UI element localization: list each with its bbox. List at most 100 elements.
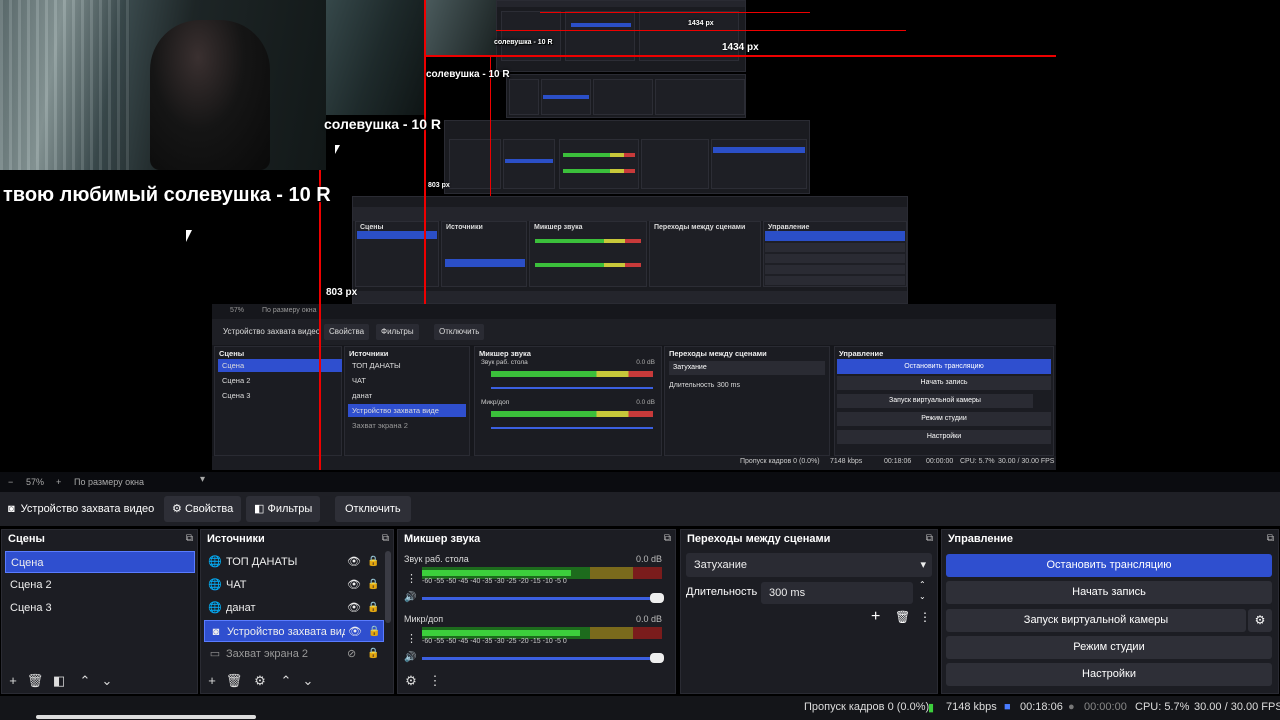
lock-icon[interactable]: 🔒 bbox=[367, 597, 379, 619]
source-toolbar: ◙ Устройство захвата видео ⚙ Свойства ◧ Ф… bbox=[0, 492, 1280, 526]
duration-input[interactable]: 300 ms bbox=[761, 582, 913, 604]
duration-label: Длительность bbox=[686, 586, 758, 598]
virtual-camera-button[interactable]: Запуск виртуальной камеры bbox=[946, 609, 1246, 632]
globe-icon: 🌐 bbox=[208, 602, 222, 614]
more-menu-icon[interactable]: ⋮ bbox=[919, 610, 931, 624]
move-up-icon[interactable]: ⌃ bbox=[76, 673, 94, 689]
guide-line-vertical bbox=[319, 170, 321, 470]
nested-filters-button: Фильтры bbox=[376, 324, 419, 340]
sources-scrollbar[interactable] bbox=[385, 551, 391, 623]
move-up-icon[interactable]: ⌃ bbox=[277, 673, 295, 689]
chevron-down-icon: ▾ bbox=[920, 559, 926, 571]
channel-menu-icon[interactable]: ⋮ bbox=[406, 572, 417, 585]
move-down-icon[interactable]: ⌄ bbox=[98, 673, 116, 689]
controls-dock: Управление ⧉ Остановить трансляцию Начат… bbox=[941, 529, 1279, 694]
zoom-out-button[interactable]: − bbox=[8, 477, 13, 487]
spin-up-icon[interactable]: ⌃ bbox=[919, 580, 926, 589]
settings-button[interactable]: Настройки bbox=[946, 663, 1272, 686]
scene-item[interactable]: Сцена 2 bbox=[5, 574, 195, 596]
measure-label-1434: 1434 px bbox=[722, 42, 759, 53]
lock-icon[interactable]: 🔒 bbox=[367, 574, 379, 596]
properties-button[interactable]: ⚙ Свойства bbox=[164, 496, 242, 522]
move-down-icon[interactable]: ⌄ bbox=[299, 673, 317, 689]
channel-db: 0.0 dB bbox=[635, 614, 662, 624]
channel-menu-icon[interactable]: ⋮ bbox=[406, 632, 417, 645]
filter-icon[interactable]: ◧ bbox=[50, 673, 68, 689]
source-item[interactable]: 🌐 ТОП ДАНАТЫ 👁 🔒 bbox=[204, 551, 384, 573]
dropped-frames: Пропуск кадров 0 (0.0%) bbox=[804, 701, 930, 713]
nested-source-toolbar: Устройство захвата видео Свойства Фильтр… bbox=[212, 319, 1056, 345]
add-icon[interactable]: + bbox=[203, 673, 221, 688]
volume-slider[interactable] bbox=[422, 653, 664, 663]
eye-icon[interactable]: 👁 bbox=[347, 574, 361, 596]
scene-item[interactable]: Сцена bbox=[5, 551, 195, 573]
mixer-channel: Звук раб. стола 0.0 dB ⋮ -60 -55 -50 -45… bbox=[402, 554, 664, 606]
dock-float-icon[interactable]: ⧉ bbox=[926, 533, 933, 544]
eye-icon[interactable]: 👁 bbox=[347, 551, 361, 573]
mouse-cursor-icon-nested bbox=[335, 145, 340, 154]
bitrate: 7148 kbps bbox=[946, 701, 997, 713]
source-item-selected[interactable]: ◙ Устройство захвата виде 👁 🔒 bbox=[204, 620, 384, 642]
speaker-icon[interactable]: 🔊 bbox=[404, 652, 416, 663]
nested-disable-button: Отключить bbox=[434, 324, 485, 340]
fit-dropdown-icon[interactable]: ▾ bbox=[200, 474, 205, 485]
channel-name: Звук раб. стола bbox=[404, 554, 469, 564]
lock-icon[interactable]: 🔒 bbox=[367, 643, 379, 665]
dock-float-icon[interactable]: ⧉ bbox=[664, 533, 671, 544]
source-item[interactable]: 🌐 данат 👁 🔒 bbox=[204, 597, 384, 619]
transition-select[interactable]: Затухание ▾ bbox=[686, 553, 932, 577]
measure-label-803-small: 803 px bbox=[428, 182, 450, 189]
source-item-hidden[interactable]: ▭ Захват экрана 2 ⊘ 🔒 bbox=[204, 643, 384, 665]
mouse-cursor-icon bbox=[186, 230, 192, 242]
meter-scale: -60 -55 -50 -45 -40 -35 -30 -25 -20 -15 … bbox=[422, 578, 567, 585]
horizontal-scrollbar[interactable] bbox=[36, 715, 256, 719]
source-item[interactable]: 🌐 ЧАТ 👁 🔒 bbox=[204, 574, 384, 596]
disable-button[interactable]: Отключить bbox=[335, 496, 411, 522]
add-icon[interactable]: + bbox=[4, 673, 22, 688]
fps: 30.00 / 30.00 FPS bbox=[1194, 701, 1280, 713]
volume-slider-knob[interactable] bbox=[650, 653, 664, 663]
nested-sources-dock: Источники ТОП ДАНАТЫ ЧАТ данат Устройств… bbox=[344, 346, 470, 456]
mixer-channel: Микр/доп 0.0 dB ⋮ -60 -55 -50 -45 -40 -3… bbox=[402, 614, 664, 666]
lock-icon[interactable]: 🔒 bbox=[368, 621, 380, 643]
signal-icon: ▮ bbox=[928, 702, 935, 714]
camera-icon: ◙ bbox=[8, 503, 15, 515]
start-record-button[interactable]: Начать запись bbox=[946, 581, 1272, 604]
trash-icon[interactable]: 🗑 bbox=[225, 673, 243, 689]
nested-status-bar: Пропуск кадров 0 (0.0%) 7148 kbps 00:18:… bbox=[212, 456, 1056, 470]
nested-obs-window-main: 57% По размеру окна Устройство захвата в… bbox=[212, 304, 1056, 470]
source-name-label: ◙ Устройство захвата видео bbox=[8, 503, 155, 515]
spin-down-icon[interactable]: ⌄ bbox=[919, 592, 926, 601]
nested-webcam-feed bbox=[326, 0, 426, 115]
nested-mixer-dock: Микшер звука Звук раб. стола 0.0 dB Микр… bbox=[474, 346, 662, 456]
eye-hidden-icon[interactable]: ⊘ bbox=[347, 643, 356, 665]
stream-icon: ■ bbox=[1004, 701, 1011, 713]
eye-icon[interactable]: 👁 bbox=[348, 621, 362, 643]
channel-db: 0.0 dB bbox=[635, 554, 662, 564]
dock-float-icon[interactable]: ⧉ bbox=[1267, 533, 1274, 544]
gear-icon[interactable]: ⚙ bbox=[1248, 609, 1272, 632]
studio-mode-button[interactable]: Режим студии bbox=[946, 636, 1272, 659]
speaker-icon[interactable]: 🔊 bbox=[404, 592, 416, 603]
more-menu-icon[interactable]: ⋮ bbox=[426, 673, 444, 689]
trash-icon[interactable]: 🗑 bbox=[26, 673, 44, 689]
dock-float-icon[interactable]: ⧉ bbox=[186, 533, 193, 544]
audio-settings-icon[interactable]: ⚙ bbox=[402, 673, 420, 689]
add-transition-icon[interactable]: + bbox=[871, 608, 880, 626]
volume-slider[interactable] bbox=[422, 593, 664, 603]
gear-icon[interactable]: ⚙ bbox=[251, 673, 269, 689]
dock-float-icon[interactable]: ⧉ bbox=[382, 533, 389, 544]
overlay-title-text-nested: солевушка - 10 R bbox=[324, 116, 442, 132]
scene-item[interactable]: Сцена 3 bbox=[5, 597, 195, 619]
stop-stream-button[interactable]: Остановить трансляцию bbox=[946, 554, 1272, 577]
filters-button[interactable]: ◧ Фильтры bbox=[246, 496, 321, 522]
lock-icon[interactable]: 🔒 bbox=[367, 551, 379, 573]
guide-line-horizontal-3 bbox=[540, 12, 810, 13]
trash-icon[interactable]: 🗑 bbox=[895, 610, 910, 624]
volume-slider-knob[interactable] bbox=[650, 593, 664, 603]
zoom-in-button[interactable]: + bbox=[56, 477, 61, 487]
nested-obs-window-1: Сцены Источники Микшер звука Переходы ме… bbox=[352, 196, 908, 304]
fit-window-label[interactable]: По размеру окна bbox=[74, 477, 144, 487]
eye-icon[interactable]: 👁 bbox=[347, 597, 361, 619]
preview-canvas[interactable]: Сцены Источники Микшер звука Переходы ме… bbox=[0, 0, 1280, 472]
